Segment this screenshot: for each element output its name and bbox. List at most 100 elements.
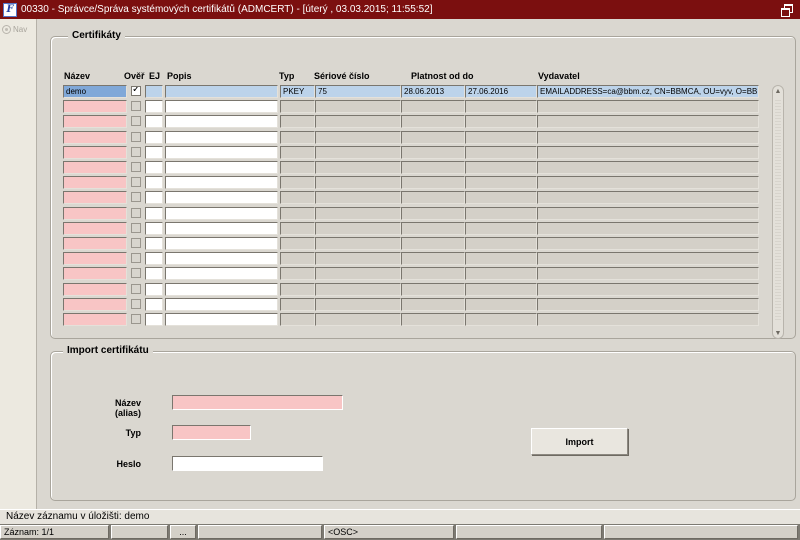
cell-platnost-do[interactable] [465,206,537,220]
cell-ej[interactable] [145,252,163,266]
checkbox-over[interactable] [131,298,141,309]
cell-typ[interactable] [280,130,315,144]
cell-nazev[interactable] [63,206,127,220]
cell-popis[interactable] [165,313,278,326]
cell-typ[interactable] [280,252,315,266]
checkbox-over[interactable] [131,314,141,324]
cell-popis[interactable] [165,145,278,159]
checkbox-over[interactable] [131,222,141,233]
table-row[interactable] [63,313,763,326]
cell-serial[interactable] [315,206,401,220]
scroll-track[interactable] [775,100,781,322]
cell-typ[interactable] [280,176,315,190]
checkbox-over[interactable] [131,207,141,218]
cell-vydavatel[interactable] [537,313,759,326]
cell-nazev[interactable] [63,267,127,281]
cell-platnost-do[interactable] [465,237,537,250]
cell-popis[interactable] [165,252,278,266]
cell-typ[interactable] [280,161,315,174]
cell-popis[interactable] [165,85,278,98]
cell-platnost-do[interactable] [465,176,537,190]
cell-nazev[interactable]: demo [63,85,127,98]
cell-ej[interactable] [145,85,163,98]
cell-vydavatel[interactable] [537,297,759,311]
cell-platnost-do[interactable] [465,130,537,144]
checkbox-over[interactable] [131,192,141,203]
cell-typ[interactable]: PKEY [280,85,315,98]
cell-serial[interactable] [315,191,401,205]
cell-ej[interactable] [145,176,163,190]
cell-vydavatel[interactable] [537,237,759,250]
table-row[interactable] [63,252,763,266]
cell-typ[interactable] [280,115,315,129]
cell-vydavatel[interactable] [537,221,759,235]
cell-vydavatel[interactable] [537,267,759,281]
cell-platnost-od[interactable] [401,237,465,250]
cell-ej[interactable] [145,237,163,250]
cell-nazev[interactable] [63,100,127,114]
cell-nazev[interactable] [63,237,127,250]
cell-ej[interactable] [145,313,163,326]
cell-popis[interactable] [165,191,278,205]
import-button[interactable]: Import [531,428,628,455]
cell-serial[interactable] [315,313,401,326]
cell-vydavatel[interactable] [537,176,759,190]
cell-serial[interactable] [315,115,401,129]
cell-vydavatel[interactable] [537,191,759,205]
cell-nazev[interactable] [63,297,127,311]
cell-popis[interactable] [165,206,278,220]
cell-nazev[interactable] [63,145,127,159]
cell-ej[interactable] [145,100,163,114]
table-row[interactable] [63,115,763,129]
cell-vydavatel[interactable] [537,130,759,144]
cell-platnost-od[interactable] [401,130,465,144]
cell-platnost-od[interactable] [401,176,465,190]
cell-popis[interactable] [165,100,278,114]
cell-platnost-do[interactable]: 27.06.2016 [465,85,537,98]
cell-serial[interactable]: 75 [315,85,401,98]
checkbox-over[interactable] [131,162,141,172]
cell-platnost-od[interactable] [401,145,465,159]
cell-typ[interactable] [280,297,315,311]
checkbox-over[interactable] [131,268,141,279]
cell-serial[interactable] [315,297,401,311]
cell-platnost-od[interactable] [401,221,465,235]
table-row[interactable] [63,161,763,174]
cell-nazev[interactable] [63,115,127,129]
cell-platnost-do[interactable] [465,282,537,296]
cell-nazev[interactable] [63,191,127,205]
cell-serial[interactable] [315,237,401,250]
nav-button[interactable]: Nav [2,22,27,36]
checkbox-over[interactable] [131,253,141,264]
cell-platnost-do[interactable] [465,191,537,205]
cell-platnost-do[interactable] [465,115,537,129]
cell-vydavatel[interactable] [537,145,759,159]
cell-vydavatel[interactable] [537,252,759,266]
checkbox-over[interactable] [131,283,141,294]
scroll-up-icon[interactable]: ▲ [773,86,783,96]
cell-popis[interactable] [165,297,278,311]
cell-platnost-od[interactable] [401,282,465,296]
cell-platnost-od[interactable] [401,313,465,326]
cell-serial[interactable] [315,267,401,281]
cell-nazev[interactable] [63,176,127,190]
cell-platnost-do[interactable] [465,313,537,326]
cell-platnost-do[interactable] [465,252,537,266]
cell-typ[interactable] [280,221,315,235]
cell-platnost-do[interactable] [465,100,537,114]
cell-platnost-od[interactable] [401,100,465,114]
cell-platnost-do[interactable] [465,267,537,281]
cell-serial[interactable] [315,130,401,144]
cell-platnost-od[interactable] [401,191,465,205]
cell-nazev[interactable] [63,252,127,266]
checkbox-over[interactable] [131,101,141,112]
cell-vydavatel[interactable] [537,282,759,296]
table-row[interactable] [63,176,763,190]
cell-popis[interactable] [165,130,278,144]
cell-vydavatel[interactable] [537,206,759,220]
cell-ej[interactable] [145,267,163,281]
cell-typ[interactable] [280,206,315,220]
typ-input[interactable] [172,425,251,440]
cell-typ[interactable] [280,313,315,326]
cell-serial[interactable] [315,252,401,266]
